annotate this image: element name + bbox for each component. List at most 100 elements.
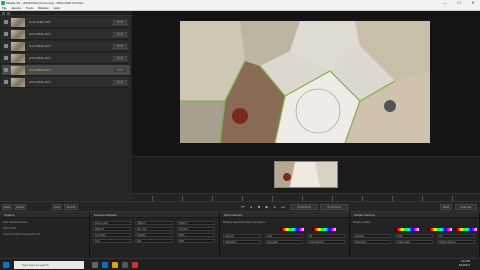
media-duration: 00:00 [113, 80, 127, 85]
play-icon[interactable]: ▶ [264, 204, 270, 210]
go-start-icon[interactable]: ⏮ [240, 204, 246, 210]
param-field[interactable]: Gamma [223, 234, 261, 238]
param-field[interactable]: Focus point [93, 221, 131, 225]
color-dropdown[interactable]: Rec709 [64, 204, 78, 210]
options-panel: Options Hide Stitched Preview Stitch Tra… [0, 212, 90, 258]
app-icon [1, 1, 5, 5]
video-icon [4, 32, 8, 36]
stitch-viewer[interactable] [132, 11, 480, 156]
color-wheel-bar[interactable] [395, 228, 419, 231]
clip-thumbnail [275, 162, 337, 187]
timeline-clip[interactable] [274, 161, 338, 188]
camera-defaults-title: Camera Defaults [90, 212, 219, 218]
video-icon [4, 68, 8, 72]
media-thumbnail [11, 54, 25, 63]
edge-icon[interactable] [102, 262, 108, 268]
options-row[interactable]: Overview Option Optical Flow Off [3, 233, 40, 237]
store-icon[interactable] [122, 262, 128, 268]
media-item[interactable]: H4O2080E.MP4 00:00 [2, 53, 130, 64]
input-camera-title: Input Camera [220, 212, 349, 218]
zoom-dropdown[interactable]: 100% [440, 204, 452, 210]
media-thumbnail [11, 30, 25, 39]
scale-dropdown[interactable]: Default [14, 204, 26, 210]
param-field[interactable]: Yaw [93, 239, 131, 243]
system-clock[interactable]: 1:44 PM 8/14/2017 [459, 260, 470, 268]
param-field[interactable]: Gain [265, 234, 303, 238]
step-back-icon[interactable]: ◂ [248, 204, 254, 210]
taskbar-search[interactable]: Type here to search [14, 261, 84, 269]
param-field[interactable]: Offset X [135, 221, 173, 225]
scale-label: Scale [2, 204, 12, 210]
param-field[interactable]: Output gain [395, 240, 433, 244]
color-wheel-bar[interactable] [312, 228, 336, 231]
param-field[interactable]: Lens Dist [93, 233, 131, 237]
param-field[interactable]: Offset Y [177, 221, 215, 225]
timecode-out-field[interactable]: 00:00:00:00 [320, 204, 348, 210]
param-field[interactable]: Input gamma [307, 240, 345, 244]
media-name: H3O2080E.MP4 [29, 44, 51, 48]
media-item[interactable]: H2O1118E.MP4 00:00 [2, 17, 130, 28]
media-name: H4O2080E.MP4 [29, 56, 51, 60]
color-wheel-bar[interactable] [280, 228, 304, 231]
media-toolbar [0, 11, 132, 16]
media-thumbnail [11, 66, 25, 75]
media-duration: 00:00 [113, 68, 127, 73]
windows-start-icon[interactable] [3, 262, 9, 268]
control-bar: Scale Default Color Rec709 ⏮ ◂ ■ ▶ ▸ ⏭ 0… [0, 201, 480, 212]
param-field[interactable]: Offset Z [93, 227, 131, 231]
output-camera-title: Output Camera [350, 212, 479, 218]
media-item[interactable]: H3O2080E.MP4 00:00 [2, 41, 130, 52]
output-camera-panel: Output Camera Masking Gallery Gamma Gain… [350, 212, 480, 258]
color-wheel-bar[interactable] [455, 228, 477, 231]
media-duration: 00:00 [113, 20, 127, 25]
param-field[interactable]: Lift [437, 234, 475, 238]
param-field[interactable]: Saturation [353, 240, 391, 244]
param-field[interactable]: Gamma [353, 234, 391, 238]
media-name: H6O2080E.MP4 [29, 80, 51, 84]
media-name: H5O2080E.MP4 [29, 68, 51, 72]
mistika-taskbar-icon[interactable] [132, 262, 138, 268]
media-name: H2O2080E.MP4 [29, 32, 51, 36]
param-field[interactable]: Gain [395, 234, 433, 238]
media-thumbnail [11, 18, 25, 27]
param-field[interactable]: Pitch [177, 233, 215, 237]
param-field[interactable]: Vert Fov [177, 227, 215, 231]
media-name: H2O1118E.MP4 [29, 20, 51, 24]
param-field[interactable]: Lift [307, 234, 345, 238]
stop-icon[interactable]: ■ [256, 204, 262, 210]
input-camera-panel: Input Camera Masking Algorithmic Mask ▾ … [220, 212, 350, 258]
video-icon [4, 56, 8, 60]
video-icon [4, 20, 8, 24]
options-row[interactable]: Hide Stitched Preview [3, 221, 27, 225]
task-view-icon[interactable] [92, 262, 98, 268]
media-panel: H2O1118E.MP4 00:00 H2O2080E.MP4 00:00 H3… [0, 11, 132, 201]
timecode-field[interactable]: 00:00:00:00 [290, 204, 318, 210]
param-field[interactable]: Output gamma [437, 240, 475, 244]
masking-row[interactable]: Masking Algorithmic Mask ▾ Enabled ▾ [223, 221, 266, 225]
os-taskbar: Type here to search 1:44 PM 8/14/2017 [0, 258, 480, 270]
color-label: Color [52, 204, 62, 210]
color-wheel-bar[interactable] [428, 228, 452, 231]
media-item[interactable]: H6O2080E.MP4 00:00 [2, 77, 130, 88]
add-media-icon[interactable] [2, 12, 5, 15]
param-field[interactable]: Shift [177, 239, 215, 243]
quick-mix-button[interactable]: Quick Mix [455, 204, 477, 210]
remove-media-icon[interactable] [7, 12, 10, 15]
file-explorer-icon[interactable] [112, 262, 118, 268]
media-duration: 00:00 [113, 32, 127, 37]
param-field[interactable]: Input gain [265, 240, 303, 244]
param-field[interactable]: Hor. Fov [135, 227, 173, 231]
go-end-icon[interactable]: ⏭ [280, 204, 286, 210]
panorama-preview[interactable] [180, 21, 430, 143]
media-item[interactable]: H2O2080E.MP4 00:00 [2, 29, 130, 40]
options-row[interactable]: Stitch Track [3, 227, 16, 231]
timeline[interactable] [132, 156, 480, 193]
video-icon [4, 80, 8, 84]
masking-row[interactable]: Masking Gallery [353, 221, 371, 225]
media-item-selected[interactable]: H5O2080E.MP4 00:00 [2, 65, 130, 76]
param-field[interactable]: Roll [135, 239, 173, 243]
step-forward-icon[interactable]: ▸ [272, 204, 278, 210]
media-duration: 00:00 [113, 44, 127, 49]
param-field[interactable]: Saturation [223, 240, 261, 244]
param-field[interactable]: Feather [135, 233, 173, 237]
